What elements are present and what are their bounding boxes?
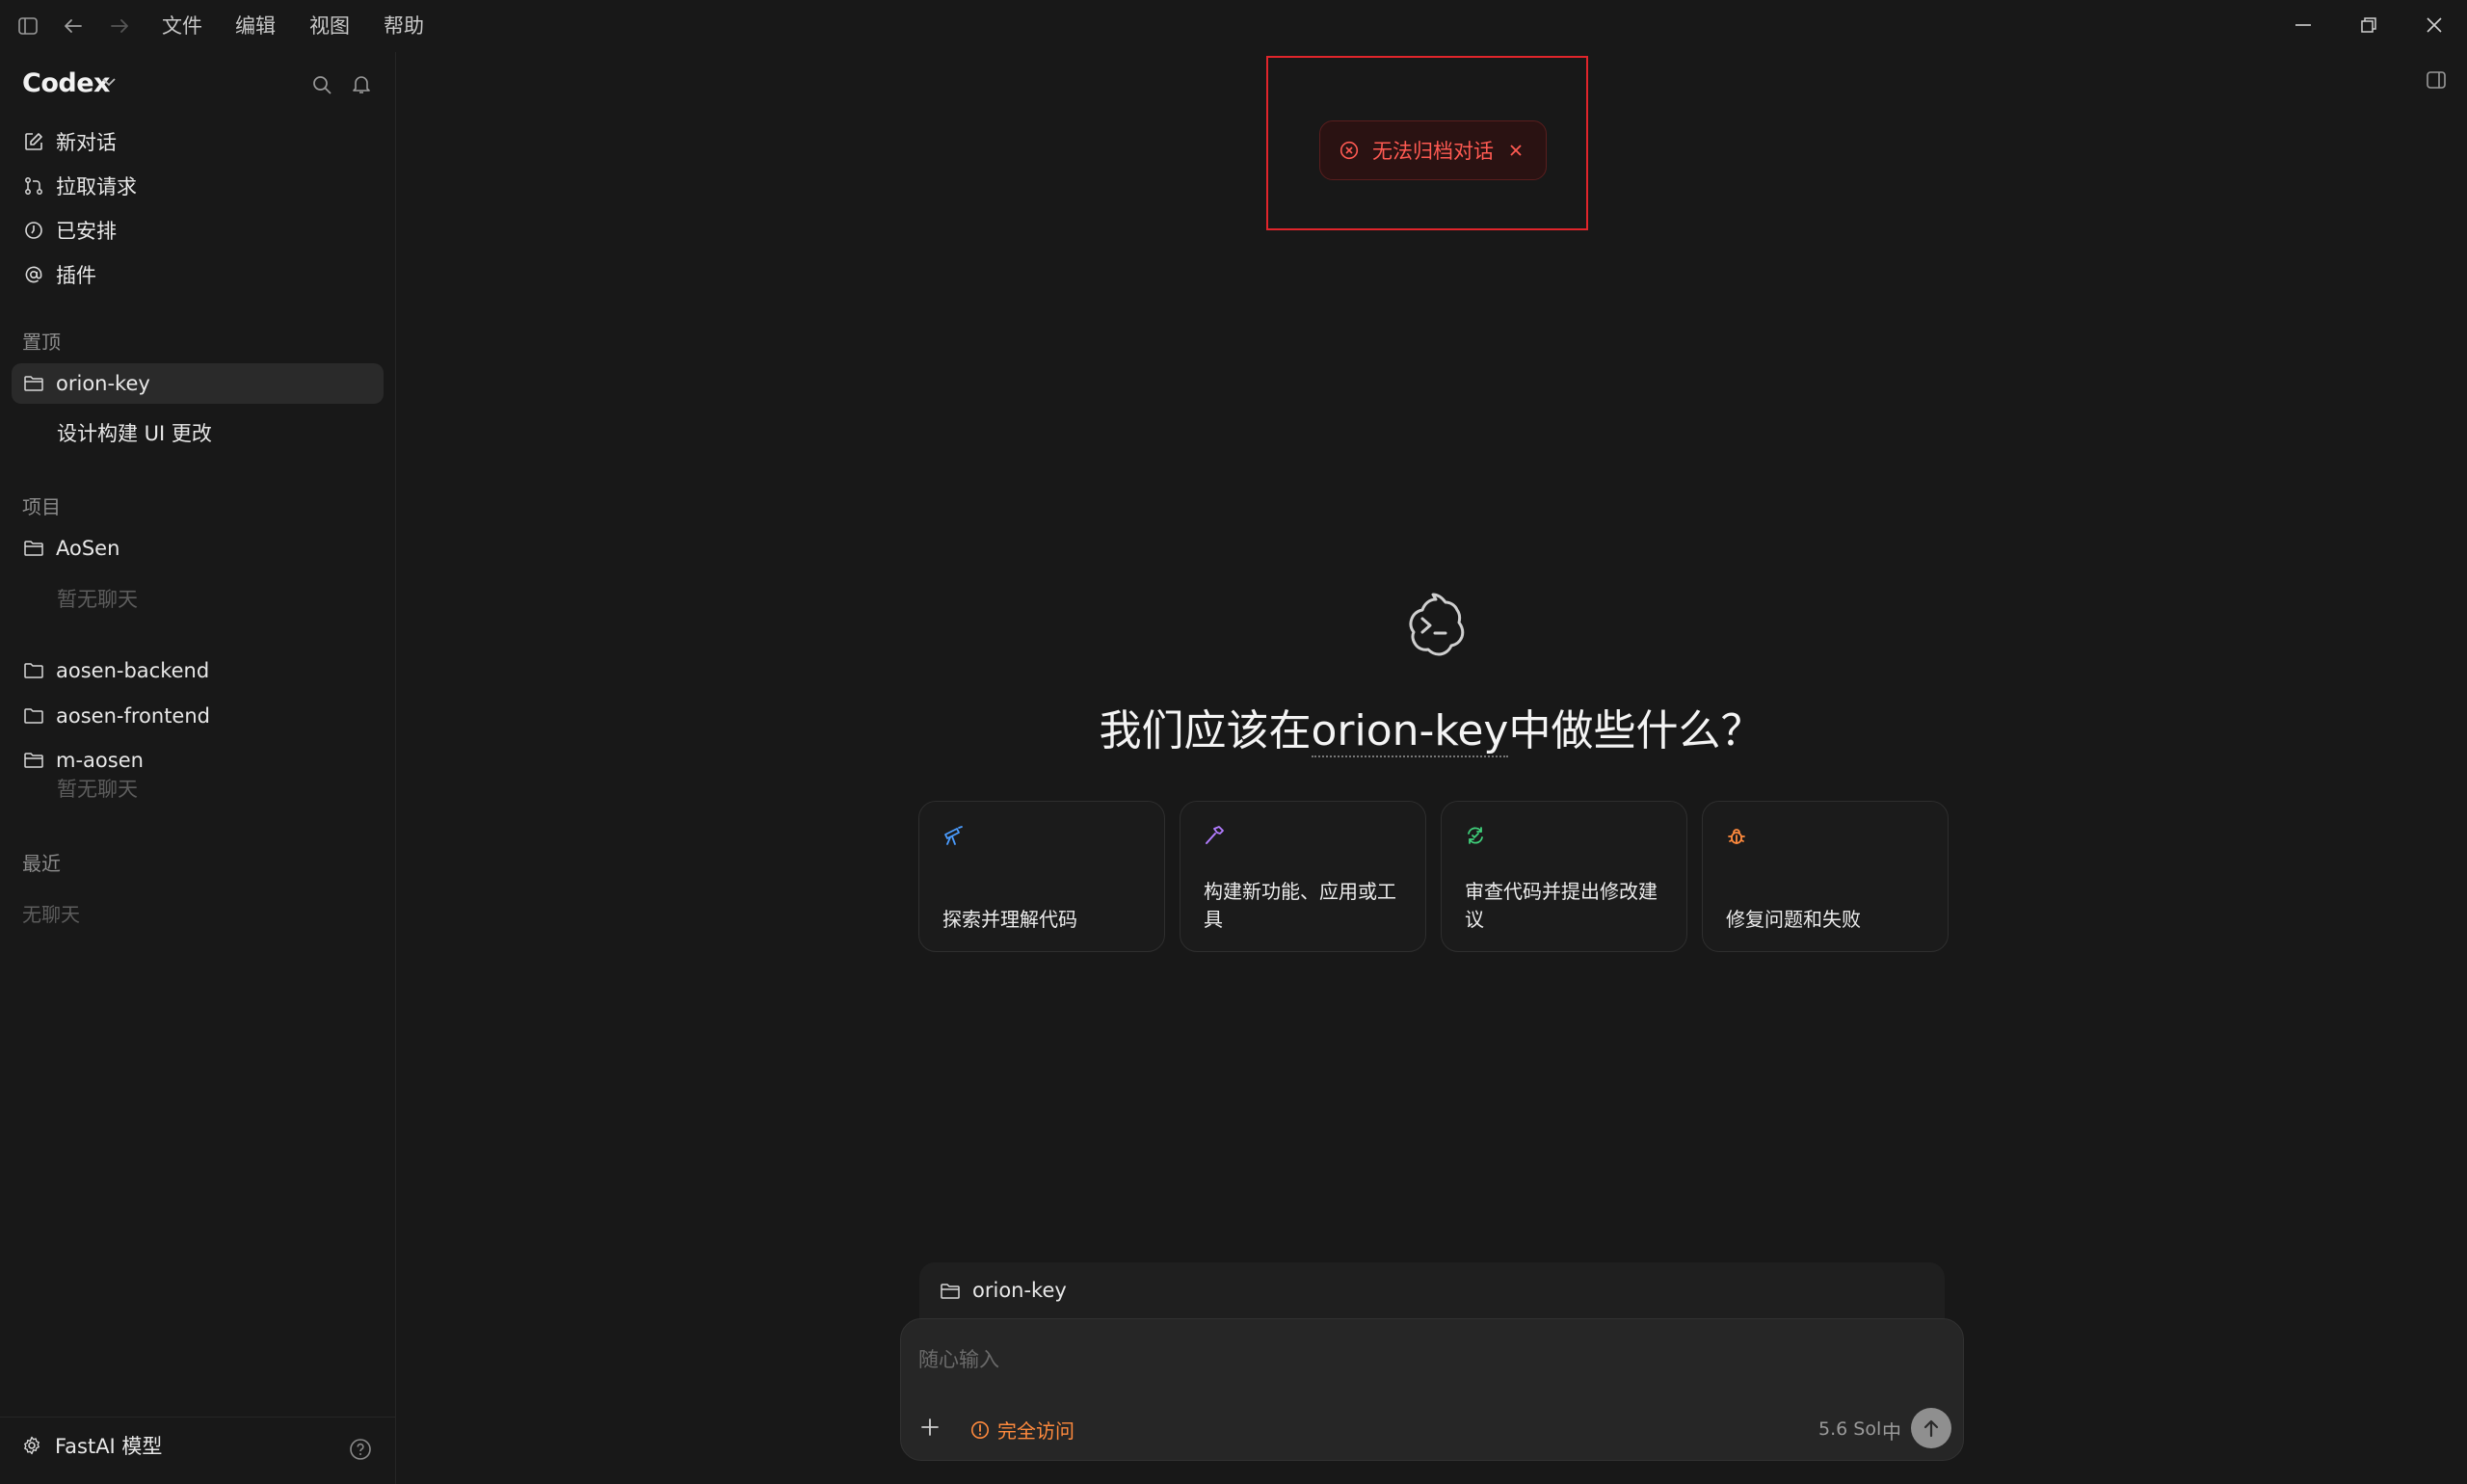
card-label: 探索并理解代码 <box>942 908 1077 931</box>
telescope-icon <box>942 825 964 846</box>
pull-request-icon <box>22 174 45 198</box>
sidebar: Codex 新对话 拉取请求 已安排 插件 置顶 orion-key 设计构建 … <box>0 52 396 1484</box>
bug-icon <box>1726 825 1747 846</box>
card-label: 审查代码并提出修改建议 <box>1465 880 1658 931</box>
suggestion-card-explore[interactable]: 探索并理解代码 <box>918 801 1165 952</box>
app-brand[interactable]: Codex <box>22 68 110 98</box>
empty-chats-label: 暂无聊天 <box>57 778 138 801</box>
project-label: aosen-backend <box>56 659 210 682</box>
access-mode-button[interactable]: 完全访问 <box>970 1416 1074 1444</box>
gear-icon <box>22 1436 41 1455</box>
codex-logo-icon <box>1397 590 1469 661</box>
toast-message: 无法归档对话 <box>1372 140 1494 163</box>
bell-icon[interactable] <box>347 70 376 99</box>
back-arrow-icon[interactable] <box>58 12 89 40</box>
menu-file[interactable]: 文件 <box>162 13 202 40</box>
folder-icon <box>22 659 45 682</box>
prompt-input[interactable]: 随心输入 <box>918 1344 999 1373</box>
nav-label: 已安排 <box>56 220 117 243</box>
footer-divider <box>0 1417 396 1418</box>
folder-icon <box>22 537 45 560</box>
hammer-icon <box>1204 825 1225 846</box>
pinned-project-orion-key[interactable]: orion-key <box>12 363 384 404</box>
help-icon[interactable] <box>349 1438 372 1461</box>
review-icon <box>1465 825 1486 846</box>
settings-button[interactable]: FastAI 模型 <box>22 1431 162 1460</box>
nav-plugins[interactable]: 插件 <box>12 254 384 295</box>
suggestion-card-fix[interactable]: 修复问题和失败 <box>1702 801 1949 952</box>
plus-icon[interactable] <box>920 1418 940 1437</box>
project-aosen-backend[interactable]: aosen-backend <box>12 650 384 691</box>
forward-arrow-icon[interactable] <box>104 12 135 40</box>
title-project-link[interactable]: orion-key <box>1311 706 1509 757</box>
menu-edit[interactable]: 编辑 <box>235 13 276 40</box>
composer: 随心输入 完全访问 5.6 Sol 中 <box>900 1318 1964 1461</box>
model-selector[interactable]: 5.6 Sol <box>1818 1418 1881 1440</box>
project-label: aosen-frontend <box>56 704 210 728</box>
section-recent: 最近 <box>22 852 61 875</box>
project-aosen-frontend[interactable]: aosen-frontend <box>12 696 384 736</box>
menu-view[interactable]: 视图 <box>309 13 350 40</box>
nav-label: 拉取请求 <box>56 175 137 199</box>
folder-icon <box>22 704 45 728</box>
project-label: m-aosen <box>56 749 144 772</box>
nav-scheduled[interactable]: 已安排 <box>12 210 384 251</box>
card-label: 修复问题和失败 <box>1726 908 1861 931</box>
error-circle-icon <box>1340 141 1359 160</box>
empty-chats-label: 暂无聊天 <box>57 588 138 611</box>
footer-label: FastAI 模型 <box>55 1435 163 1458</box>
ime-indicator: 中 <box>1882 1420 1901 1444</box>
sidebar-toggle-icon[interactable] <box>13 12 43 40</box>
arrow-up-icon <box>1923 1418 1940 1438</box>
section-pinned: 置顶 <box>22 331 61 354</box>
folder-icon <box>941 1283 960 1300</box>
access-mode-label: 完全访问 <box>997 1419 1074 1443</box>
at-icon <box>22 263 45 286</box>
title-bar: 文件 编辑 视图 帮助 <box>0 0 2467 52</box>
close-icon[interactable] <box>1509 144 1523 157</box>
project-aosen[interactable]: AoSen <box>12 528 384 569</box>
search-icon[interactable] <box>307 70 336 99</box>
edit-icon <box>22 130 45 153</box>
nav-label: 插件 <box>56 264 96 287</box>
section-projects: 项目 <box>22 495 61 518</box>
nav-label: 新对话 <box>56 131 117 154</box>
project-label: orion-key <box>56 372 150 395</box>
page-title: 我们应该在orion-key中做些什么？ <box>964 696 1898 757</box>
project-label: AoSen <box>56 537 120 560</box>
chat-item[interactable]: 设计构建 UI 更改 <box>57 418 212 447</box>
recent-empty-label: 无聊天 <box>22 903 80 926</box>
folder-icon <box>22 749 45 772</box>
send-button[interactable] <box>1911 1408 1951 1448</box>
warning-circle-icon <box>970 1420 990 1440</box>
clock-icon <box>22 219 45 242</box>
minimize-icon[interactable] <box>2284 10 2322 40</box>
chevron-down-icon[interactable] <box>102 78 116 87</box>
restore-icon[interactable] <box>2349 10 2388 40</box>
nav-pull-requests[interactable]: 拉取请求 <box>12 166 384 206</box>
card-label: 构建新功能、应用或工具 <box>1204 880 1396 931</box>
error-toast: 无法归档对话 <box>1319 120 1547 180</box>
composer-project-label: orion-key <box>972 1279 1067 1302</box>
title-prefix: 我们应该在 <box>1099 706 1312 755</box>
menu-help[interactable]: 帮助 <box>384 13 424 40</box>
nav-new-chat[interactable]: 新对话 <box>12 121 384 162</box>
folder-icon <box>22 372 45 395</box>
close-window-icon[interactable] <box>2415 10 2454 40</box>
title-suffix: 中做些什么？ <box>1508 706 1764 755</box>
panel-toggle-icon[interactable] <box>2427 71 2446 89</box>
composer-project-tab[interactable]: orion-key <box>919 1262 1945 1322</box>
suggestion-card-build[interactable]: 构建新功能、应用或工具 <box>1180 801 1426 952</box>
suggestion-card-review[interactable]: 审查代码并提出修改建议 <box>1441 801 1687 952</box>
